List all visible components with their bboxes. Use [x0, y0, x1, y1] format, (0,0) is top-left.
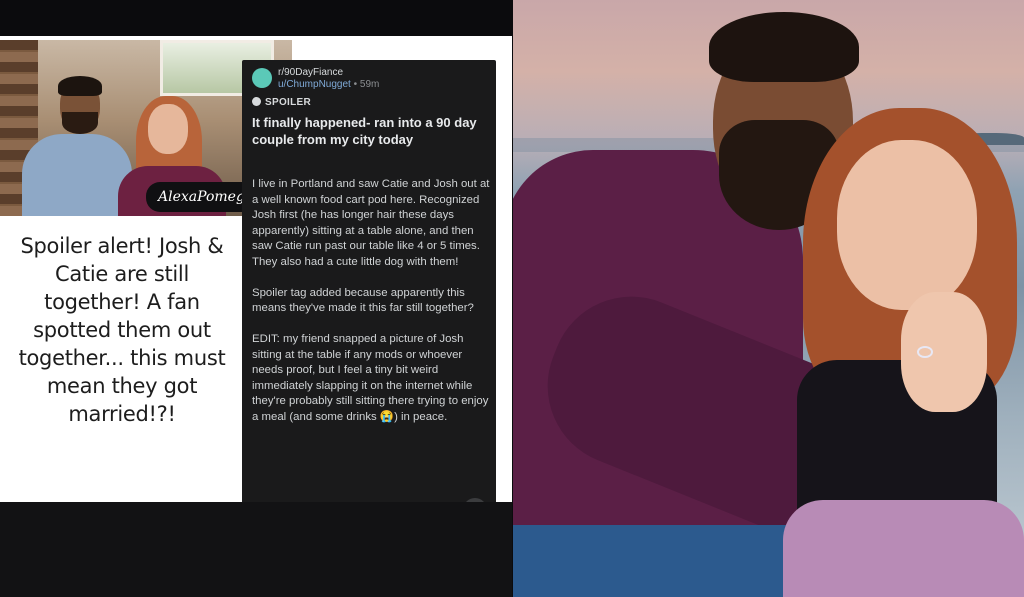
left-panel: AlexaPomegranate Spoiler alert! Josh & C… [0, 0, 512, 597]
top-black-bar [0, 0, 512, 36]
spoiler-flair: SPOILER [252, 97, 311, 108]
man-hair [709, 12, 859, 82]
man-jeans [513, 525, 813, 597]
engagement-photo [513, 0, 1024, 597]
engagement-ring [917, 346, 933, 358]
woman-face [837, 140, 977, 310]
man-figure [22, 76, 132, 216]
post-body: I live in Portland and saw Catie and Jos… [252, 178, 490, 423]
spoiler-headline: Spoiler alert! Josh & Catie are still to… [18, 234, 226, 426]
woman-skirt [783, 500, 1024, 597]
post-age: • 59m [353, 79, 380, 90]
collage-card: AlexaPomegranate Spoiler alert! Josh & C… [0, 36, 512, 531]
woman-hand [901, 292, 987, 412]
post-author[interactable]: u/ChumpNugget • 59m [278, 79, 379, 90]
reddit-post[interactable]: r/90DayFiance u/ChumpNugget • 59m SPOILE… [242, 60, 496, 531]
spoiler-label: SPOILER [265, 97, 311, 108]
username[interactable]: u/ChumpNugget [278, 79, 351, 90]
subreddit-name[interactable]: r/90DayFiance [278, 67, 343, 78]
post-title[interactable]: It finally happened- ran into a 90 day c… [252, 114, 490, 148]
bottom-black-bar [0, 502, 512, 597]
subreddit-avatar[interactable] [252, 68, 272, 88]
spoiler-icon [252, 97, 261, 106]
